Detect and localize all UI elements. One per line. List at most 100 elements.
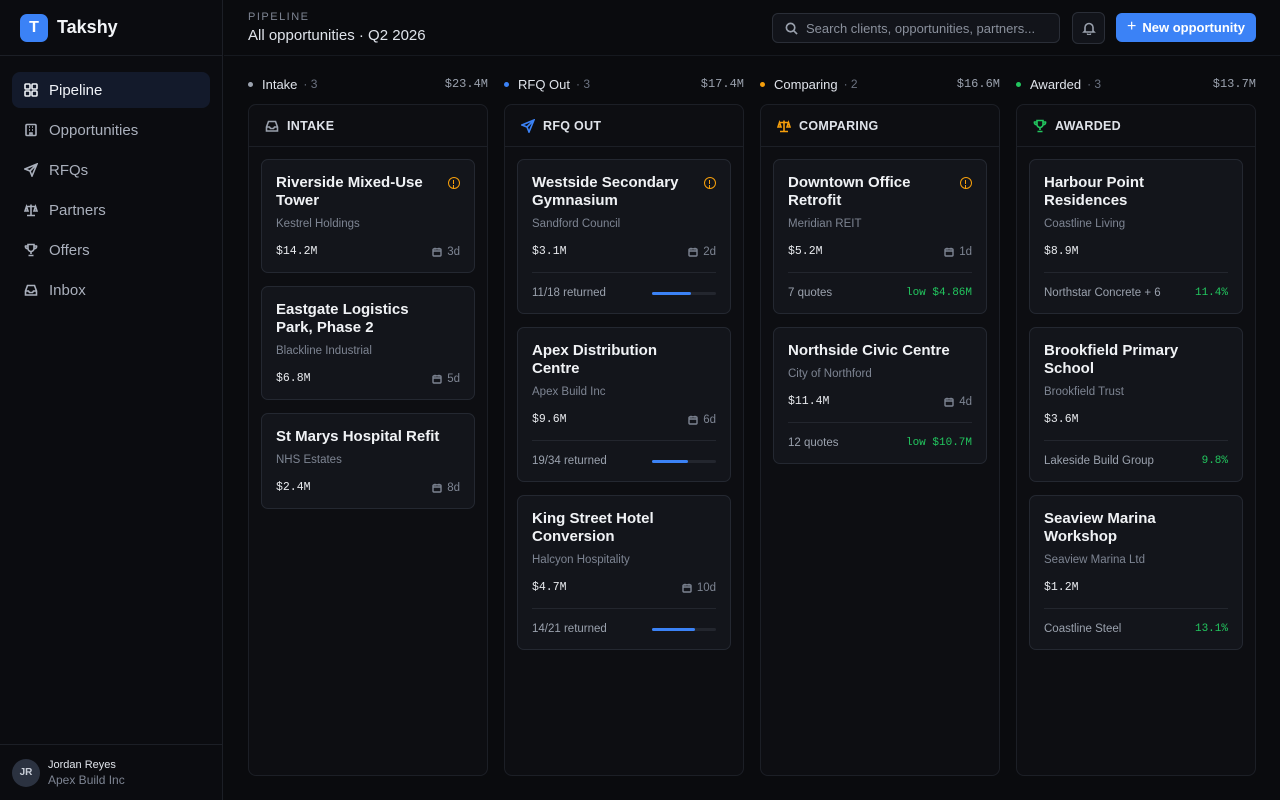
search-box[interactable] [772, 13, 1060, 43]
summary-count: · 3 [576, 77, 591, 91]
top-header: PIPELINE All opportunities · Q2 2026 + N… [224, 0, 1280, 56]
opportunity-card[interactable]: Harbour Point Residences Coastline Livin… [1029, 159, 1243, 314]
calendar-icon [432, 374, 442, 384]
summary-count: · 2 [843, 77, 858, 91]
rfq-progress-fill [652, 627, 695, 631]
opportunity-card[interactable]: Apex Distribution Centre Apex Build Inc … [517, 327, 731, 482]
card-title: Brookfield Primary School [1044, 342, 1179, 377]
card-client: Kestrel Holdings [276, 218, 360, 230]
column-summary-comparing: Comparing · 2 $16.6M [760, 76, 1000, 92]
sidebar-item-offers[interactable]: Offers [12, 232, 210, 268]
opportunity-card[interactable]: King Street Hotel Conversion Halcyon Hos… [517, 495, 731, 650]
trophy-icon [24, 243, 38, 257]
new-opportunity-button[interactable]: + New opportunity [1116, 13, 1256, 42]
sidebar-item-inbox[interactable]: Inbox [12, 272, 210, 308]
card-client: Apex Build Inc [532, 386, 606, 398]
sidebar-item-pipeline[interactable]: Pipeline [12, 72, 210, 108]
card-age: 6d [688, 414, 716, 426]
card-title: Seaview Marina Workshop [1044, 510, 1156, 545]
card-title: Downtown Office Retrofit [788, 174, 911, 209]
opportunity-card[interactable]: Westside Secondary Gymnasium Sandford Co… [517, 159, 731, 314]
card-client: Meridian REIT [788, 218, 862, 230]
card-client: NHS Estates [276, 454, 342, 466]
card-age-label: 3d [447, 245, 460, 258]
opportunity-card[interactable]: St Marys Hospital Refit NHS Estates $2.4… [261, 413, 475, 509]
opportunity-card[interactable]: Downtown Office Retrofit Meridian REIT $… [773, 159, 987, 314]
card-title: Westside Secondary Gymnasium [532, 174, 679, 209]
returned-count: 19/34 returned [532, 455, 607, 467]
card-title: King Street Hotel Conversion [532, 510, 654, 545]
quote-count: 12 quotes [788, 437, 839, 449]
calendar-icon [944, 247, 954, 257]
calendar-icon [688, 247, 698, 257]
card-age-label: 2d [703, 245, 716, 258]
opportunity-card[interactable]: Riverside Mixed-Use Tower Kestrel Holdin… [261, 159, 475, 273]
sidebar-item-label: Pipeline [49, 81, 103, 99]
awarded-partner: Lakeside Build Group [1044, 455, 1154, 467]
user-org: Apex Build Inc [48, 772, 125, 787]
page-title: All opportunities · Q2 2026 [248, 27, 426, 44]
calendar-icon [944, 397, 954, 407]
card-value: $9.6M [532, 413, 567, 426]
card-age-label: 1d [959, 245, 972, 258]
card-age-label: 10d [696, 581, 716, 594]
calendar-icon [682, 583, 692, 593]
opportunity-card[interactable]: Eastgate Logistics Park, Phase 2 Blackli… [261, 286, 475, 400]
search-input[interactable] [806, 20, 1046, 36]
card-age: 3d [432, 246, 460, 258]
status-dot [1016, 81, 1021, 87]
card-age-label: 5d [447, 372, 460, 385]
brand[interactable]: T Takshy [0, 0, 222, 56]
card-title: Northside Civic Centre [788, 342, 950, 359]
opportunity-card[interactable]: Seaview Marina Workshop Seaview Marina L… [1029, 495, 1243, 650]
new-opportunity-label: New opportunity [1142, 20, 1245, 35]
sidebar-item-partners[interactable]: Partners [12, 192, 210, 228]
column-summary-awarded: Awarded · 3 $13.7M [1016, 76, 1256, 92]
card-value: $11.4M [788, 395, 830, 408]
sidebar-item-rfqs[interactable]: RFQs [12, 152, 210, 188]
quote-count: 7 quotes [788, 287, 833, 299]
column-intake: INTAKE Riverside Mixed-Use Tower Kestrel… [248, 104, 488, 776]
sidebar: T Takshy Pipeline Opportunities RFQs Par… [0, 0, 223, 800]
user-profile[interactable]: JR Jordan Reyes Apex Build Inc [0, 744, 222, 800]
column-rfq-out: RFQ OUT Westside Secondary Gymnasium San… [504, 104, 744, 776]
column-awarded: AWARDED Harbour Point Residences Coastli… [1016, 104, 1256, 776]
opportunity-card[interactable]: Northside Civic Centre City of Northford… [773, 327, 987, 464]
status-dot [248, 81, 253, 87]
card-age: 1d [944, 246, 972, 258]
avatar: JR [12, 758, 40, 787]
card-age: 10d [682, 582, 716, 594]
scale-icon [24, 203, 38, 217]
summary-total: $16.6M [956, 77, 1000, 91]
margin-percent: 11.4% [1194, 287, 1228, 299]
grid-icon [24, 83, 38, 97]
summary-count: · 3 [303, 77, 318, 91]
summary-total: $13.7M [1212, 77, 1256, 91]
calendar-icon [432, 247, 442, 257]
summary-name: Comparing [774, 76, 838, 92]
card-age-label: 4d [959, 395, 972, 408]
lowest-quote: low $4.86M [905, 287, 972, 299]
card-age: 4d [944, 396, 972, 408]
returned-count: 14/21 returned [532, 623, 607, 635]
card-title: Riverside Mixed-Use Tower [276, 174, 423, 209]
card-value: $1.2M [1044, 581, 1079, 594]
card-value: $14.2M [276, 245, 318, 258]
card-title: Apex Distribution Centre [532, 342, 658, 377]
sidebar-item-opportunities[interactable]: Opportunities [12, 112, 210, 148]
card-value: $3.6M [1044, 413, 1079, 426]
notifications-button[interactable] [1072, 12, 1105, 44]
brand-logo: T [20, 13, 48, 42]
inbox-icon [265, 120, 279, 132]
card-value: $3.1M [532, 245, 567, 258]
summary-total: $17.4M [700, 77, 744, 91]
card-age: 2d [688, 246, 716, 258]
lowest-quote: low $10.7M [905, 437, 972, 449]
returned-count: 11/18 returned [532, 287, 606, 299]
opportunity-card[interactable]: Brookfield Primary School Brookfield Tru… [1029, 327, 1243, 482]
search-icon [785, 22, 798, 35]
card-value: $2.4M [276, 481, 311, 494]
margin-percent: 9.8% [1201, 455, 1228, 467]
column-title: INTAKE [287, 118, 335, 133]
sidebar-item-label: RFQs [49, 161, 89, 179]
